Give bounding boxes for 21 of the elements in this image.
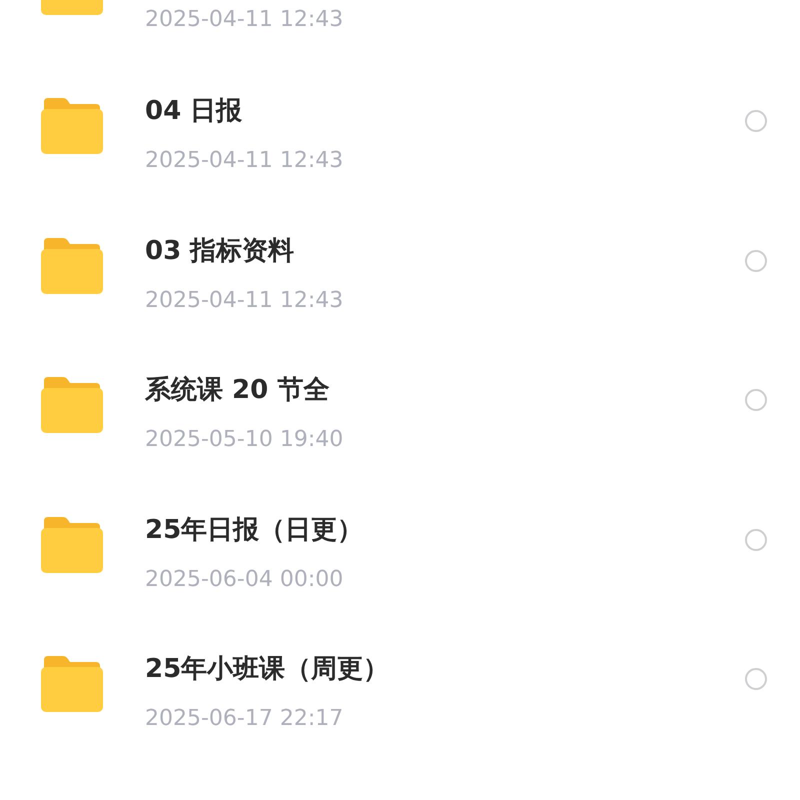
- folder-icon: [41, 98, 103, 154]
- modified-date: 2025-06-17 22:17: [145, 706, 344, 732]
- modified-date: 2025-04-11 12:43: [145, 148, 344, 174]
- modified-date: 2025-06-04 00:00: [145, 566, 344, 592]
- folder-icon: [41, 377, 103, 434]
- modified-date: 2025-05-10 19:40: [145, 427, 344, 452]
- modified-date: 2025-04-11 12:43: [145, 288, 344, 313]
- modified-date: 2025-04-11 12:43: [145, 6, 344, 32]
- select-radio[interactable]: [745, 528, 767, 551]
- folder-name[interactable]: 04 日报: [145, 93, 745, 128]
- folder-icon: [41, 516, 103, 573]
- select-radio[interactable]: [745, 250, 767, 272]
- folder-icon: [41, 656, 103, 712]
- select-radio[interactable]: [745, 389, 767, 412]
- folder-name[interactable]: 03 指标资料: [145, 232, 745, 268]
- folder-name[interactable]: 25年日报（日更）: [145, 512, 745, 547]
- folder-name[interactable]: 系统课 20 节全: [145, 372, 745, 408]
- select-radio[interactable]: [745, 110, 767, 132]
- select-radio[interactable]: [745, 668, 767, 690]
- folder-name[interactable]: 25年小班课（周更）: [145, 651, 745, 686]
- folder-icon: [41, 238, 103, 294]
